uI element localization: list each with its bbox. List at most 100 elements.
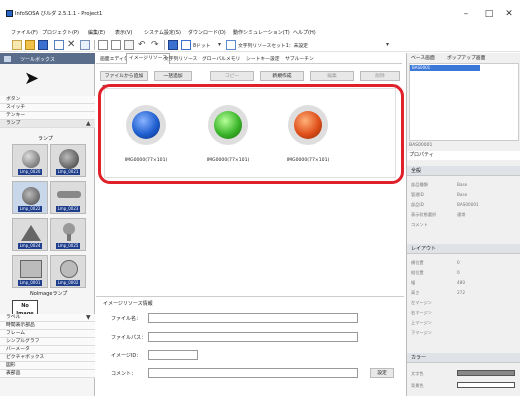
toolbox-category-time[interactable]: 時間表示部品 (0, 322, 95, 330)
divider (96, 296, 404, 297)
prop-name: 管理ID (411, 192, 424, 197)
toolbox-category-table[interactable]: 表部品 (0, 370, 95, 378)
grid-size-value[interactable]: 8ドット (193, 42, 210, 49)
section-general[interactable]: 全般 (407, 166, 520, 176)
prop-value[interactable]: BAS00001 (457, 202, 479, 207)
window-icon[interactable] (54, 40, 64, 50)
snap-icon[interactable] (181, 40, 191, 50)
prop-value[interactable]: 0 (457, 260, 460, 265)
pointer-tool-icon[interactable]: ➤ (24, 70, 39, 88)
menu-project[interactable]: プロジェクト(P) (42, 29, 79, 36)
edit-button[interactable]: 編集 (310, 71, 354, 81)
toolbox-category-picturebox[interactable]: ピクチャボックス (0, 354, 95, 362)
menu-download[interactable]: ダウンロード(D) (188, 29, 226, 36)
toolbox-category-lamp[interactable]: ランプ (0, 120, 95, 128)
toolbox-category-shape[interactable]: 図形 (0, 362, 95, 370)
toolbox-category-graph[interactable]: シンプルグラフ (0, 338, 95, 346)
chevron-down-icon[interactable]: ▾ (386, 42, 389, 48)
lamp-thumb[interactable]: Lmp_0024 (12, 218, 48, 251)
undo-icon[interactable]: ↶ (138, 40, 148, 50)
bulk-add-button[interactable]: 一括追加 (154, 71, 192, 81)
lamp-thumb[interactable]: Lmp_0020 (12, 144, 48, 177)
prop-value[interactable]: 通常 (457, 212, 465, 218)
toolbox-category-switch[interactable]: スイッチ (0, 104, 95, 112)
prop-name: 縦位置 (411, 270, 424, 275)
prop-value[interactable]: Base (457, 182, 467, 187)
copy-icon[interactable] (111, 40, 121, 50)
menu-file[interactable]: ファイル(F) (11, 29, 38, 36)
file-path-label: ファイルパス： (111, 335, 147, 341)
add-from-file-button[interactable]: ファイルから追加 (100, 71, 148, 81)
lamp-thumb[interactable]: Lmp_0002 (50, 255, 86, 288)
menu-system[interactable]: システム設定(S) (144, 29, 181, 36)
lamp-thumb[interactable]: Lmp_0022 (12, 181, 48, 214)
prop-value[interactable]: Base (457, 192, 467, 197)
grid-icon[interactable] (168, 40, 178, 50)
expand-icon[interactable]: ▼ (86, 314, 91, 321)
toolbox-category-frame[interactable]: フレーム (0, 330, 95, 338)
screen-list-item[interactable]: BAS0001 (410, 65, 480, 71)
tab-subroutine[interactable]: サブルーチン (283, 55, 316, 62)
redo-icon[interactable]: ↷ (151, 40, 161, 50)
lamp-thumb[interactable]: Lmp_0021 (50, 144, 86, 177)
tab-text-resource[interactable]: 文字列リソース (162, 55, 199, 62)
toolbar-separator (164, 40, 165, 50)
tab-base-screen[interactable]: ベース画面 (411, 54, 435, 61)
toolbox-category-label[interactable]: ラベル (0, 314, 95, 322)
tab-popup-screen[interactable]: ポップアップ画面 (447, 54, 485, 61)
section-color[interactable]: カラー (407, 353, 520, 363)
text-color-swatch[interactable] (457, 370, 515, 376)
chevron-down-icon[interactable]: ▾ (218, 42, 221, 48)
toolbox-panel: ➤ ボタン スイッチ テンキー ランプ ▲ ランプ Lmp_0020 Lmp_0… (0, 64, 95, 396)
paste-icon[interactable] (124, 40, 134, 50)
prop-name: コメント (411, 222, 428, 227)
copy-button[interactable]: コピー (210, 71, 254, 81)
save-icon[interactable] (38, 40, 48, 50)
section-layout[interactable]: レイアウト (407, 244, 520, 254)
menu-edit[interactable]: 編集(E) (88, 29, 105, 36)
frame-icon[interactable] (226, 40, 236, 50)
lamp-section-title: ランプ (38, 136, 53, 142)
open-folder-icon[interactable] (25, 40, 35, 50)
prop-value[interactable]: 480 (457, 280, 465, 285)
menu-simulation[interactable]: 動作シミュレーション(T) (233, 29, 290, 36)
background-color-swatch[interactable] (457, 382, 515, 388)
lamp-thumb[interactable]: Lmp_0025 (50, 218, 86, 251)
close-button[interactable]: ✕ (498, 6, 520, 22)
cut-icon[interactable] (98, 40, 108, 50)
menu-bar: ファイル(F) プロジェクト(P) 編集(E) 表示(V) システム設定(S) … (0, 26, 520, 38)
menu-help[interactable]: ヘルプ(H) (293, 29, 316, 36)
new-file-icon[interactable] (12, 40, 22, 50)
property-title: プロパティ (407, 151, 520, 160)
delete-button[interactable]: 削除 (360, 71, 400, 81)
toolbox-category-barmeter[interactable]: バーメータ (0, 346, 95, 354)
window-title: InfoSOSA びルダ 2.5.1.1 - Project1 (15, 11, 103, 17)
prop-value[interactable]: 272 (457, 290, 465, 295)
tab-global-memory[interactable]: グローバルメモリ (200, 55, 242, 62)
lamp-thumb[interactable]: Lmp_0001 (12, 255, 48, 288)
minimize-button[interactable]: – (455, 6, 477, 22)
file-name-field[interactable] (148, 313, 358, 323)
toolbox-category-button[interactable]: ボタン (0, 96, 95, 104)
delete-icon[interactable]: ✕ (67, 40, 77, 50)
apply-button[interactable]: 設定 (370, 368, 394, 378)
maximize-button[interactable]: □ (478, 6, 500, 22)
collapse-icon[interactable]: ▲ (86, 120, 91, 127)
file-path-field[interactable] (148, 332, 358, 342)
toolbox-category-tenkey[interactable]: テンキー (0, 112, 95, 120)
toolbox-title: ツールボックス (20, 57, 55, 63)
prop-name: 文字色 (411, 371, 424, 376)
prop-name: 横位置 (411, 260, 424, 265)
comment-label: コメント： (111, 371, 137, 377)
image-id-field[interactable] (148, 350, 198, 360)
prop-name: 左マージン (411, 300, 432, 305)
prop-value[interactable]: 0 (457, 270, 460, 275)
new-button[interactable]: 新規作成 (260, 71, 304, 81)
comment-field[interactable] (148, 368, 358, 378)
editor-tabs: 画面エディタ イメージリソース 文字列リソース グローバルメモリ シートキー設定… (96, 53, 402, 64)
text-resource-set-select[interactable]: 文字列リソースセット1：未設定 (238, 42, 308, 49)
menu-view[interactable]: 表示(V) (115, 29, 132, 36)
edit-icon[interactable] (80, 40, 90, 50)
tab-sheet-key[interactable]: シートキー設定 (244, 55, 282, 62)
lamp-thumb[interactable]: Lmp_0023 (50, 181, 86, 214)
